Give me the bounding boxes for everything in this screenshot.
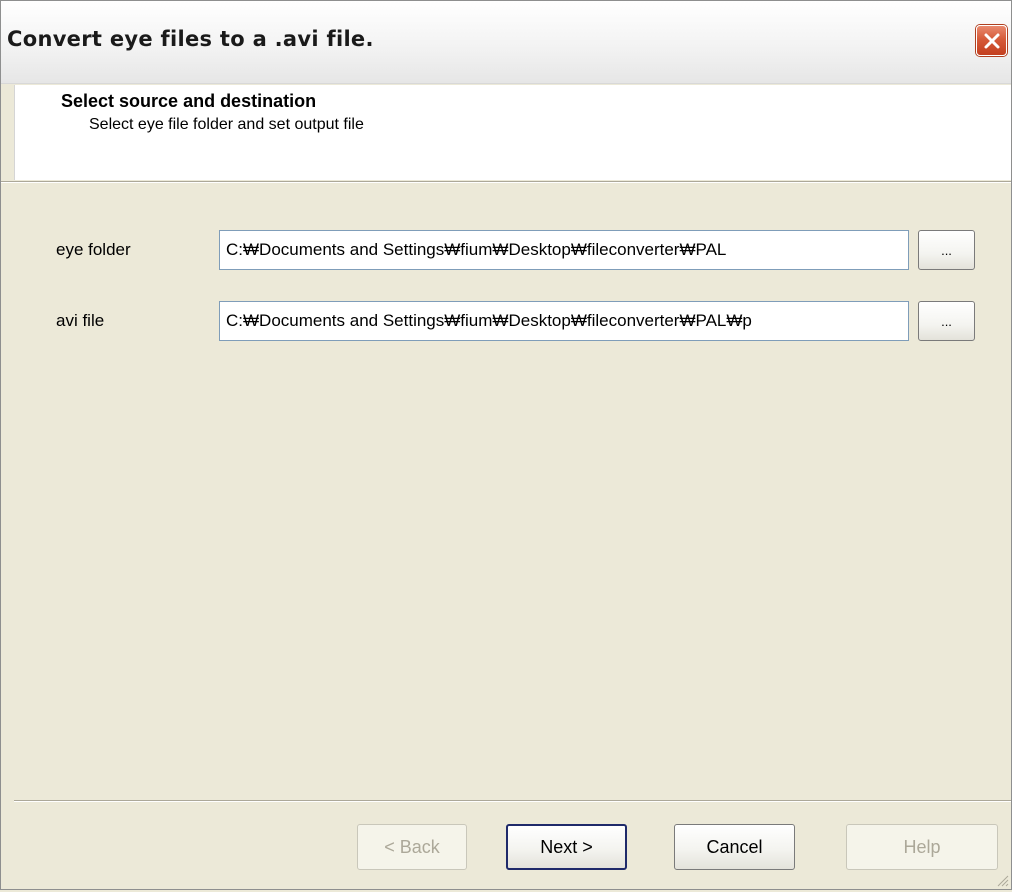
avi-file-label: avi file [56,311,105,330]
eye-folder-input[interactable]: C:₩Documents and Settings₩fium₩Desktop₩f… [219,230,909,270]
step-subtitle: Select eye file folder and set output fi… [89,116,364,133]
eye-folder-label: eye folder [56,240,131,259]
close-button[interactable] [976,25,1007,56]
help-button[interactable]: Help [846,824,998,870]
avi-file-browse-button[interactable]: ... [918,301,975,341]
footer-divider [14,800,1011,802]
step-title: Select source and destination [61,91,317,111]
wizard-header: Select source and destination Select eye… [14,85,1011,180]
wizard-window: Convert eye files to a .avi file. Select… [0,0,1012,890]
cancel-button[interactable]: Cancel [674,824,795,870]
avi-file-value: C:₩Documents and Settings₩fium₩Desktop₩f… [226,311,752,330]
avi-file-input[interactable]: C:₩Documents and Settings₩fium₩Desktop₩f… [219,301,909,341]
window-title: Convert eye files to a .avi file. [7,27,374,51]
resize-grip-icon[interactable] [995,873,1009,887]
eye-folder-browse-button[interactable]: ... [918,230,975,270]
eye-folder-value: C:₩Documents and Settings₩fium₩Desktop₩f… [226,240,727,259]
title-bar[interactable]: Convert eye files to a .avi file. [1,1,1011,84]
close-icon [983,32,1001,50]
next-button[interactable]: Next > [506,824,627,870]
header-divider [1,181,1011,183]
back-button[interactable]: < Back [357,824,467,870]
